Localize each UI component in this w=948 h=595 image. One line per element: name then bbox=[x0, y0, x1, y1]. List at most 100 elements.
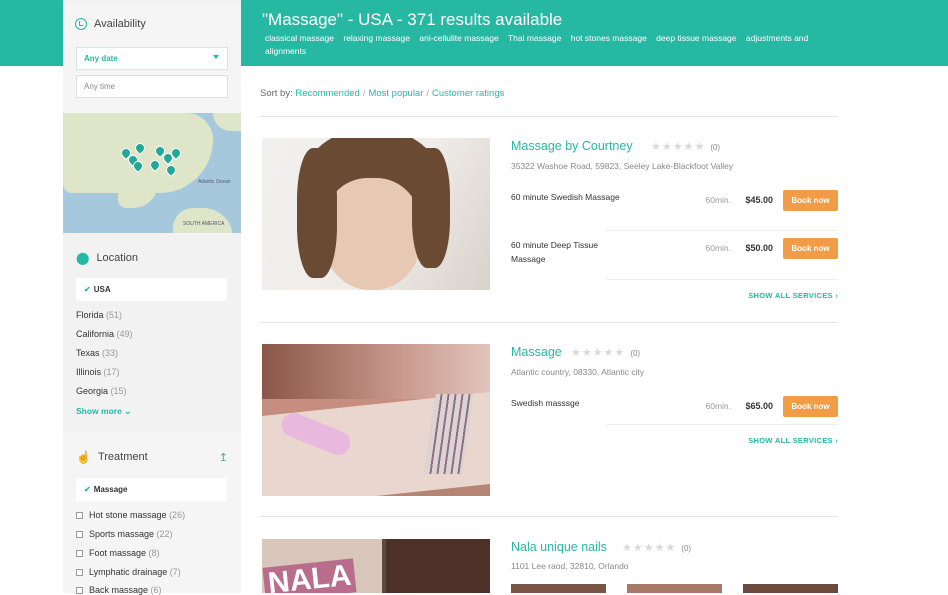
availability-panel: Availability Any date Any time bbox=[63, 3, 241, 113]
result-address: Atlantic country, 08330, Atlantic city bbox=[511, 367, 645, 377]
results-map[interactable]: Atlantic Ocean SOUTH AMERICA bbox=[63, 113, 241, 233]
service-price: $50.00 bbox=[745, 243, 773, 253]
treatment-item[interactable]: Hot stone massage (26) bbox=[76, 510, 185, 520]
gallery-thumbnail[interactable] bbox=[743, 584, 838, 593]
treatment-item-name: Lymphatic drainage bbox=[89, 567, 168, 577]
rating-count: (0) bbox=[710, 143, 721, 152]
location-item[interactable]: California (49) bbox=[76, 329, 133, 339]
rating-stars: ★★★★★ (0) bbox=[651, 140, 720, 153]
result-name[interactable]: Nala unique nails bbox=[511, 540, 607, 554]
checkbox[interactable] bbox=[76, 569, 83, 576]
treatment-item[interactable]: Foot massage (8) bbox=[76, 548, 160, 558]
date-select[interactable]: Any date bbox=[76, 47, 228, 70]
location-item-name: Georgia bbox=[76, 386, 109, 396]
location-item[interactable]: Texas (33) bbox=[76, 348, 118, 358]
map-land-greenland bbox=[213, 113, 241, 131]
treatment-title: Treatment bbox=[97, 451, 148, 463]
tag-link[interactable]: deep tissue massage bbox=[656, 33, 736, 43]
rating-count: (0) bbox=[681, 544, 692, 553]
location-selected-label: USA bbox=[93, 285, 111, 294]
treatment-heading: ☝ Treatment ↥ bbox=[76, 450, 228, 464]
location-item-name: Florida bbox=[76, 310, 104, 320]
show-all-services-link[interactable]: SHOW ALL SERVICES › bbox=[700, 436, 838, 445]
location-item-name: Texas bbox=[76, 348, 100, 358]
location-item-count: (33) bbox=[102, 348, 119, 358]
service-name: 60 minute Swedish Massage bbox=[511, 192, 620, 202]
photo-panel bbox=[386, 539, 490, 593]
divider bbox=[260, 322, 838, 323]
check-icon: ✔ bbox=[84, 285, 91, 294]
rating-stars: ★★★★★ (0) bbox=[622, 541, 691, 554]
checkbox[interactable] bbox=[76, 550, 83, 557]
result-name[interactable]: Massage bbox=[511, 345, 562, 359]
location-item-count: (49) bbox=[116, 329, 133, 339]
book-now-button[interactable]: Book now bbox=[783, 190, 838, 211]
tag-link[interactable]: relaxing massage bbox=[343, 33, 410, 43]
sort-separator: / bbox=[426, 88, 430, 99]
tag-link[interactable]: ani-cellulite massage bbox=[419, 33, 498, 43]
result-address: 35322 Washoe Road, 59823, Seeley Lake-Bl… bbox=[511, 161, 734, 171]
time-input[interactable]: Any time bbox=[76, 75, 228, 98]
result-photo[interactable] bbox=[262, 138, 490, 290]
divider bbox=[260, 516, 838, 517]
location-item[interactable]: Georgia (15) bbox=[76, 386, 127, 396]
result-name[interactable]: Massage by Courtney bbox=[511, 139, 633, 153]
tag-link[interactable]: hot stones massage bbox=[571, 33, 647, 43]
sort-recommended[interactable]: Recommended bbox=[295, 88, 359, 99]
result-photo[interactable]: NALA bbox=[262, 539, 490, 593]
service-duration: 60min. bbox=[705, 401, 731, 411]
location-item-count: (51) bbox=[106, 310, 123, 320]
service-duration: 60min. bbox=[705, 195, 731, 205]
treatment-selected-label: Massage bbox=[93, 485, 128, 494]
result-photo[interactable] bbox=[262, 344, 490, 496]
availability-heading: Availability bbox=[75, 18, 146, 30]
sort-label: Sort by: bbox=[260, 88, 293, 99]
treatment-item-count: (22) bbox=[156, 529, 173, 539]
service-divider bbox=[606, 424, 838, 425]
sort-customer-ratings[interactable]: Customer ratings bbox=[432, 88, 504, 99]
location-item-name: California bbox=[76, 329, 115, 339]
service-duration: 60min. bbox=[705, 243, 731, 253]
treatment-item-count: (26) bbox=[169, 510, 186, 520]
tag-link[interactable]: Thai massage bbox=[508, 33, 561, 43]
check-icon: ✔ bbox=[84, 485, 91, 494]
map-label: SOUTH AMERICA bbox=[183, 221, 225, 227]
gallery-thumbnail[interactable] bbox=[511, 584, 606, 593]
treatment-item-count: (8) bbox=[148, 548, 160, 558]
checkbox[interactable] bbox=[76, 531, 83, 538]
result-address: 1101 Lee raod, 32810, Orlando bbox=[511, 561, 629, 571]
date-select-value: Any date bbox=[84, 54, 118, 63]
sort-separator: / bbox=[362, 88, 366, 99]
treatment-item[interactable]: Back massage (6) bbox=[76, 585, 162, 595]
hand-icon: ☝ bbox=[76, 450, 91, 464]
service-price: $65.00 bbox=[745, 401, 773, 411]
service-price: $45.00 bbox=[745, 195, 773, 205]
collapse-arrow-icon[interactable]: ↥ bbox=[219, 451, 228, 464]
show-more-link[interactable]: Show more ⌄ bbox=[76, 406, 131, 417]
tag-link[interactable]: classical massage bbox=[265, 33, 334, 43]
location-pin-icon: ⬤ bbox=[76, 251, 90, 265]
treatment-item-name: Back massage bbox=[89, 585, 149, 595]
location-title: Location bbox=[96, 252, 139, 264]
tag-list: classical massage relaxing massage ani-c… bbox=[265, 32, 835, 58]
treatment-item[interactable]: Sports massage (22) bbox=[76, 529, 173, 539]
location-item[interactable]: Illinois (17) bbox=[76, 367, 120, 377]
treatment-item-count: (7) bbox=[169, 567, 181, 577]
service-divider bbox=[606, 230, 838, 231]
location-selected-chip[interactable]: ✔ USA bbox=[76, 278, 227, 301]
photo-shelf bbox=[262, 344, 490, 399]
location-item[interactable]: Florida (51) bbox=[76, 310, 122, 320]
location-item-count: (15) bbox=[110, 386, 127, 396]
treatment-item[interactable]: Lymphatic drainage (7) bbox=[76, 567, 181, 577]
book-now-button[interactable]: Book now bbox=[783, 238, 838, 259]
checkbox[interactable] bbox=[76, 512, 83, 519]
photo-hair-right bbox=[412, 148, 450, 268]
sort-most-popular[interactable]: Most popular bbox=[368, 88, 423, 99]
treatment-selected-chip[interactable]: ✔ Massage bbox=[76, 478, 227, 501]
star-icons: ★★★★★ bbox=[651, 141, 706, 153]
clock-check-icon bbox=[75, 18, 87, 30]
book-now-button[interactable]: Book now bbox=[783, 396, 838, 417]
location-item-count: (17) bbox=[103, 367, 120, 377]
gallery-thumbnail[interactable] bbox=[627, 584, 722, 593]
show-all-services-link[interactable]: SHOW ALL SERVICES › bbox=[700, 291, 838, 300]
